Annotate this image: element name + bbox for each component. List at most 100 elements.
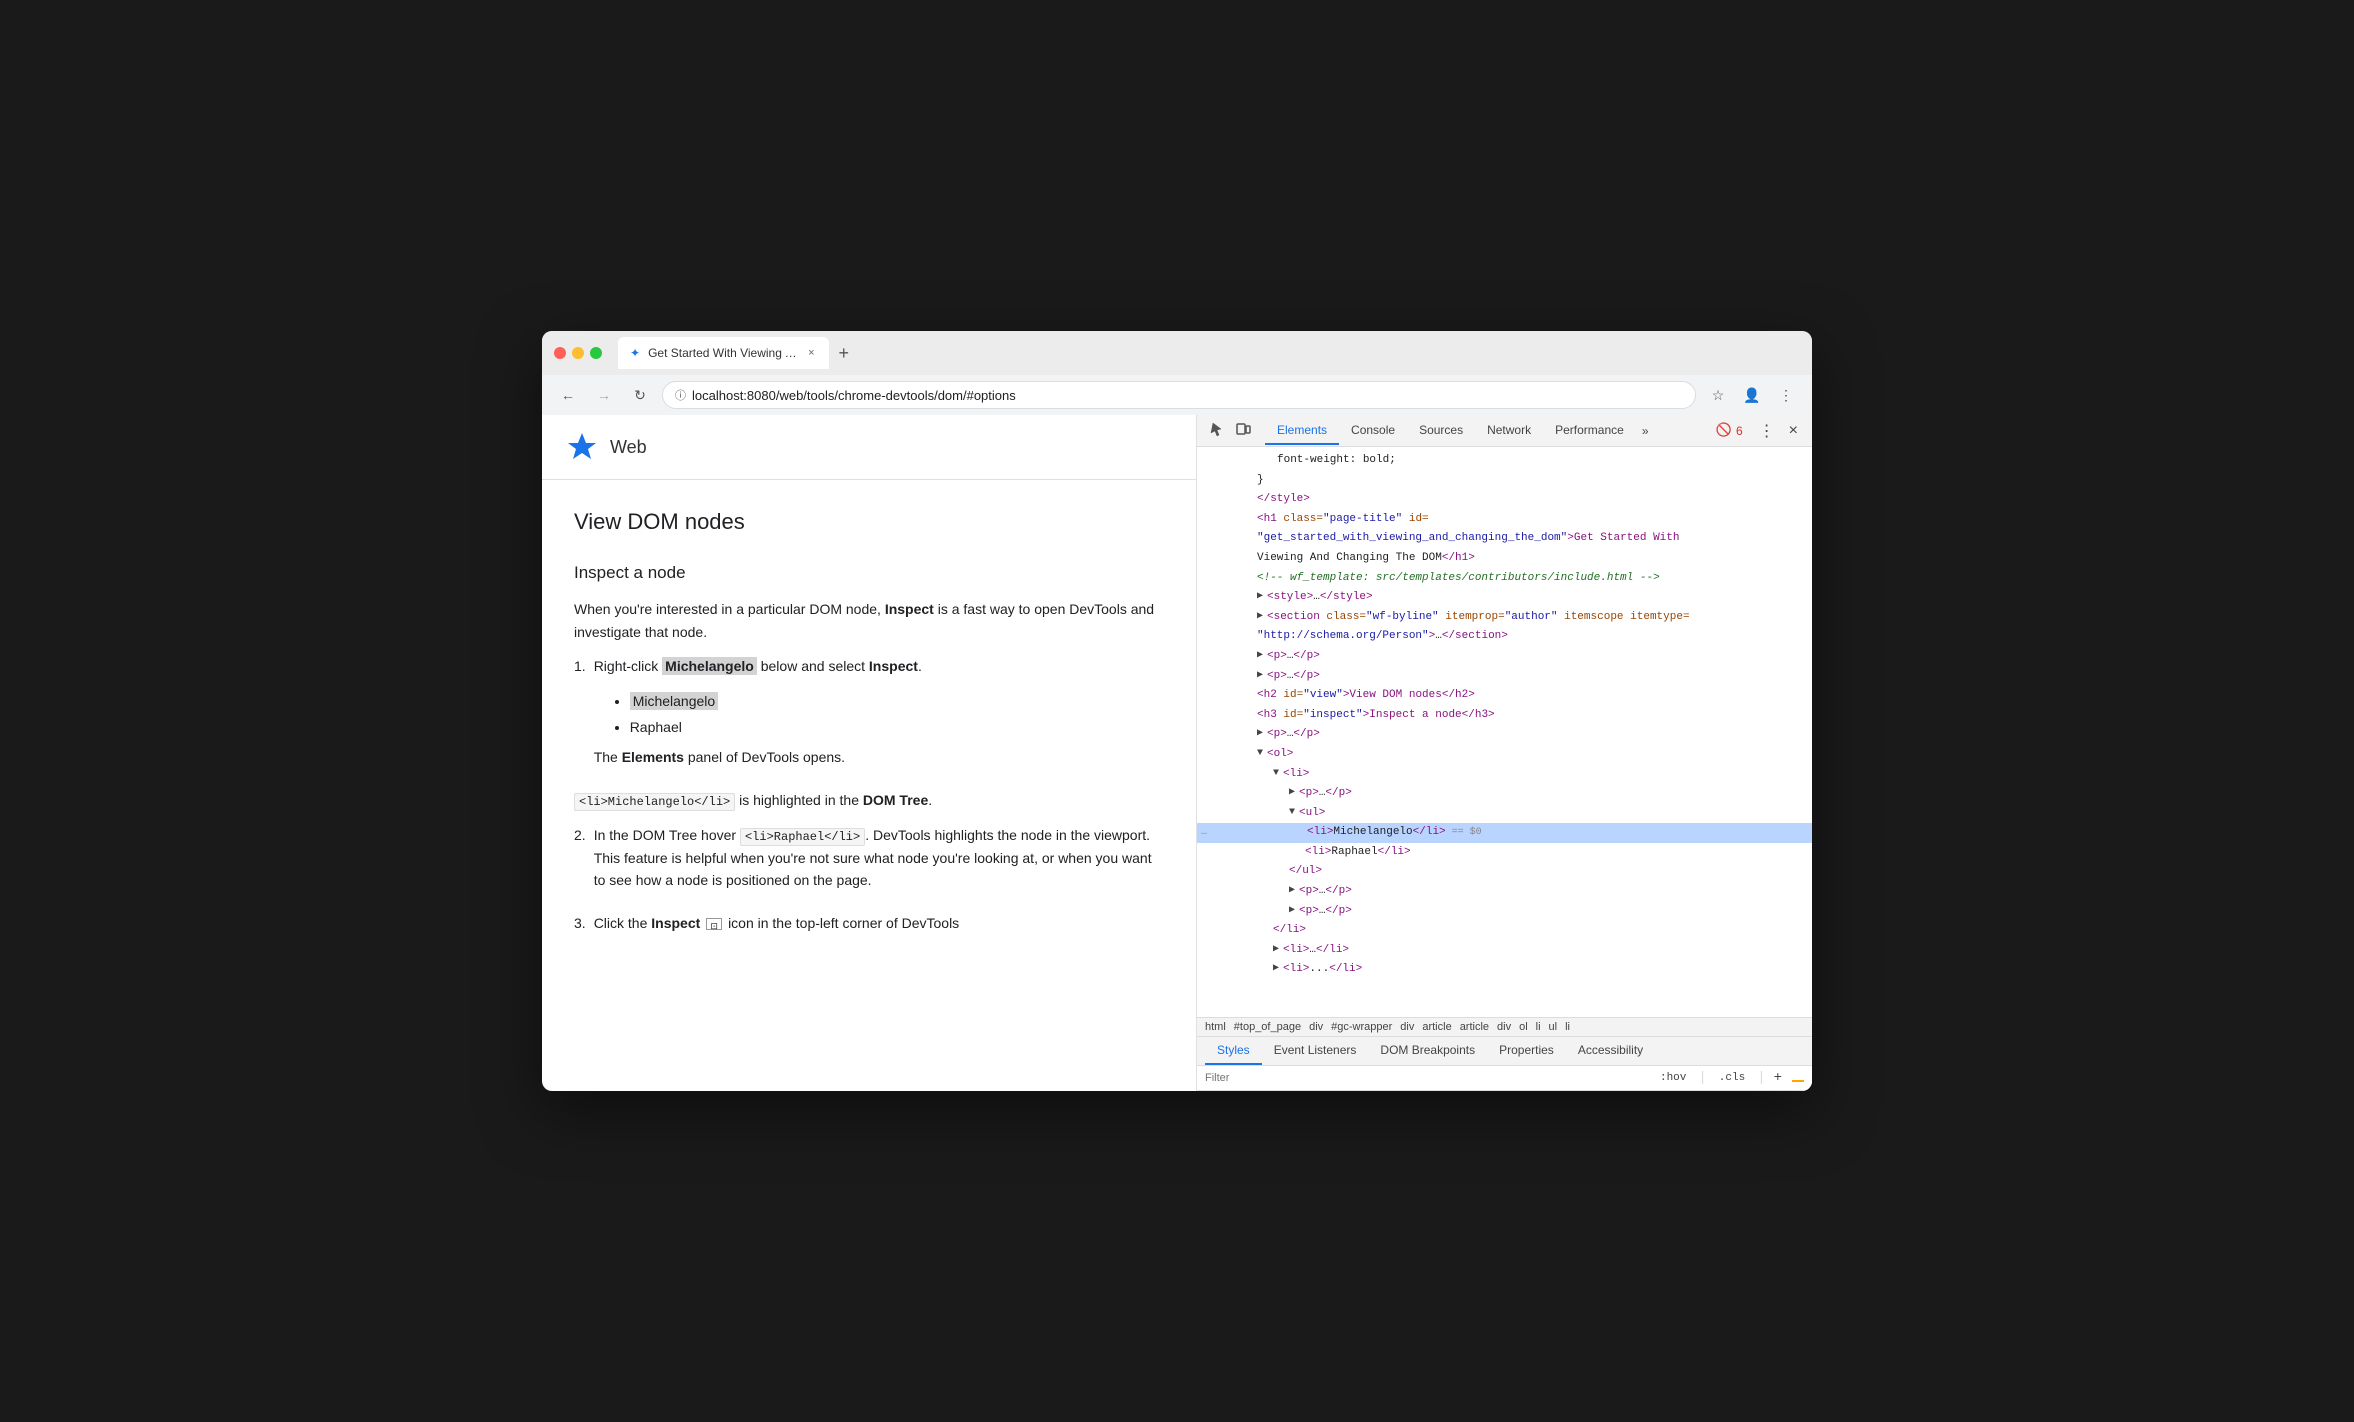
tab-performance[interactable]: Performance [1543,417,1636,445]
selected-dom-line[interactable]: … <li>Michelangelo</li> == $0 [1197,823,1812,843]
code-line: <li>Michelangelo</li> is highlighted in … [574,789,1164,812]
devtools-menu-button[interactable]: ⋮ [1753,419,1781,443]
tab-dom-breakpoints[interactable]: DOM Breakpoints [1368,1037,1487,1065]
tab-styles[interactable]: Styles [1205,1037,1262,1065]
url-text: localhost:8080/web/tools/chrome-devtools… [692,388,1016,403]
dom-line[interactable]: } [1197,471,1812,491]
step-1-note: The Elements panel of DevTools opens. [594,746,1164,768]
nav-actions: ☆ 👤 ⋮ [1704,381,1800,409]
breadcrumb-ul[interactable]: ul [1549,1021,1558,1033]
dom-line[interactable]: ▶ <p>…</p> [1197,902,1812,922]
active-tab[interactable]: ✦ Get Started With Viewing And × [618,337,829,369]
breadcrumb-div-3[interactable]: div [1497,1021,1511,1033]
dom-line[interactable]: ▶ <li>...</li> [1197,960,1812,980]
dom-line[interactable]: <h1 class="page-title" id= [1197,510,1812,530]
dom-line[interactable]: ▶ <p>…</p> [1197,647,1812,667]
dom-line[interactable]: font-weight: bold; [1197,451,1812,471]
dom-line[interactable]: <!-- wf_template: src/templates/contribu… [1197,569,1812,589]
step-2-content: In the DOM Tree hover <li>Raphael</li>. … [594,824,1164,904]
dom-line[interactable]: "get_started_with_viewing_and_changing_t… [1197,529,1812,549]
dom-line[interactable]: ▶ <p>…</p> [1197,784,1812,804]
breadcrumb-div-2[interactable]: div [1400,1021,1414,1033]
dom-line[interactable]: ▼ <li> [1197,765,1812,785]
content-area: Web View DOM nodes Inspect a node When y… [542,415,1812,1091]
title-bar: ✦ Get Started With Viewing And × + [542,331,1812,375]
error-icon: 🚫 [1716,423,1732,438]
dom-line[interactable]: "http://schema.org/Person">…</section> [1197,627,1812,647]
error-count: 6 [1736,424,1743,438]
new-tab-button[interactable]: + [833,341,856,366]
dom-line[interactable]: </ul> [1197,862,1812,882]
step-3-content: Click the Inspect ⊡ icon in the top-left… [594,912,1164,946]
tab-event-listeners[interactable]: Event Listeners [1262,1037,1369,1065]
minimize-button[interactable] [572,347,584,359]
step-3: 3. Click the Inspect ⊡ icon in the top-l… [574,912,1164,946]
dom-line[interactable]: <h2 id="view">View DOM nodes</h2> [1197,686,1812,706]
styles-filter: :hov | .cls | + [1197,1066,1812,1091]
tab-properties[interactable]: Properties [1487,1037,1566,1065]
tab-console[interactable]: Console [1339,417,1407,445]
tab-sources[interactable]: Sources [1407,417,1475,445]
breadcrumb-article-1[interactable]: article [1422,1021,1451,1033]
devtools-panel: Elements Console Sources Network Perform… [1197,415,1812,1091]
dom-line[interactable]: <h3 id="inspect">Inspect a node</h3> [1197,706,1812,726]
account-button[interactable]: 👤 [1738,381,1766,409]
step-2: 2. In the DOM Tree hover <li>Raphael</li… [574,824,1164,904]
reload-button[interactable]: ↻ [626,381,654,409]
dom-line[interactable]: ▼ <ol> [1197,745,1812,765]
bookmark-button[interactable]: ☆ [1704,381,1732,409]
dom-line[interactable]: ▶ <li>…</li> [1197,941,1812,961]
page-header: Web [542,415,1196,480]
pseudo-filter-button[interactable]: :hov [1656,1070,1690,1086]
dom-line[interactable]: </li> [1197,921,1812,941]
back-button[interactable]: ← [554,381,582,409]
devtools-more-tabs[interactable]: » [1636,420,1655,442]
breadcrumb-gc-wrapper[interactable]: #gc-wrapper [1331,1021,1392,1033]
tab-elements[interactable]: Elements [1265,417,1339,445]
dom-text: font-weight: bold; [1277,452,1396,470]
step-1: 1. Right-click Michelangelo below and se… [574,655,1164,781]
step-1-num: 1. [574,655,586,781]
breadcrumb-li-2[interactable]: li [1565,1021,1570,1033]
filter-input[interactable] [1205,1072,1648,1084]
code-michelangelo: <li>Michelangelo</li> [574,793,735,811]
devtools-toolbar: Elements Console Sources Network Perform… [1197,415,1812,447]
page-heading: View DOM nodes [574,504,1164,539]
dom-line[interactable]: Viewing And Changing The DOM</h1> [1197,549,1812,569]
breadcrumb-li-1[interactable]: li [1536,1021,1541,1033]
breadcrumb-html[interactable]: html [1205,1021,1226,1033]
maximize-button[interactable] [590,347,602,359]
bottom-tabs: Styles Event Listeners DOM Breakpoints P… [1197,1037,1812,1066]
dom-line[interactable]: ▶ <p>…</p> [1197,667,1812,687]
dom-line[interactable]: ▶ <p>…</p> [1197,725,1812,745]
breadcrumb-ol[interactable]: ol [1519,1021,1528,1033]
page-brand-label: Web [610,437,647,458]
address-bar[interactable]: ⓘ localhost:8080/web/tools/chrome-devtoo… [662,381,1696,409]
devtools-error: 🚫 6 [1708,423,1751,438]
tab-close-icon[interactable]: × [806,345,816,361]
tab-network[interactable]: Network [1475,417,1543,445]
devtools-close-button[interactable]: × [1783,420,1804,442]
dom-line[interactable]: </style> [1197,490,1812,510]
breadcrumb-top-of-page[interactable]: #top_of_page [1234,1021,1301,1033]
dom-line[interactable]: <li>Raphael</li> [1197,843,1812,863]
dom-tree[interactable]: font-weight: bold; } </style> <h1 class=… [1197,447,1812,1017]
tab-accessibility[interactable]: Accessibility [1566,1037,1655,1065]
step-3-num: 3. [574,912,586,946]
add-style-button[interactable]: + [1774,1070,1782,1086]
inspect-element-button[interactable] [1205,417,1229,444]
ellipsis-indicator: … [1197,825,1211,841]
dom-line[interactable]: ▶ <p>…</p> [1197,882,1812,902]
breadcrumb-div-1[interactable]: div [1309,1021,1323,1033]
logo-icon [566,431,598,463]
close-button[interactable] [554,347,566,359]
forward-button[interactable]: → [590,381,618,409]
dom-line[interactable]: ▶ <section class="wf-byline" itemprop="a… [1197,608,1812,628]
breadcrumb-article-2[interactable]: article [1460,1021,1489,1033]
dom-line[interactable]: ▼ <ul> [1197,804,1812,824]
dom-line[interactable]: ▶ <style>…</style> [1197,588,1812,608]
browser-menu-button[interactable]: ⋮ [1772,381,1800,409]
michelangelo-label: Michelangelo [630,692,719,710]
cls-filter-button[interactable]: .cls [1715,1070,1749,1086]
device-toolbar-button[interactable] [1231,417,1255,444]
